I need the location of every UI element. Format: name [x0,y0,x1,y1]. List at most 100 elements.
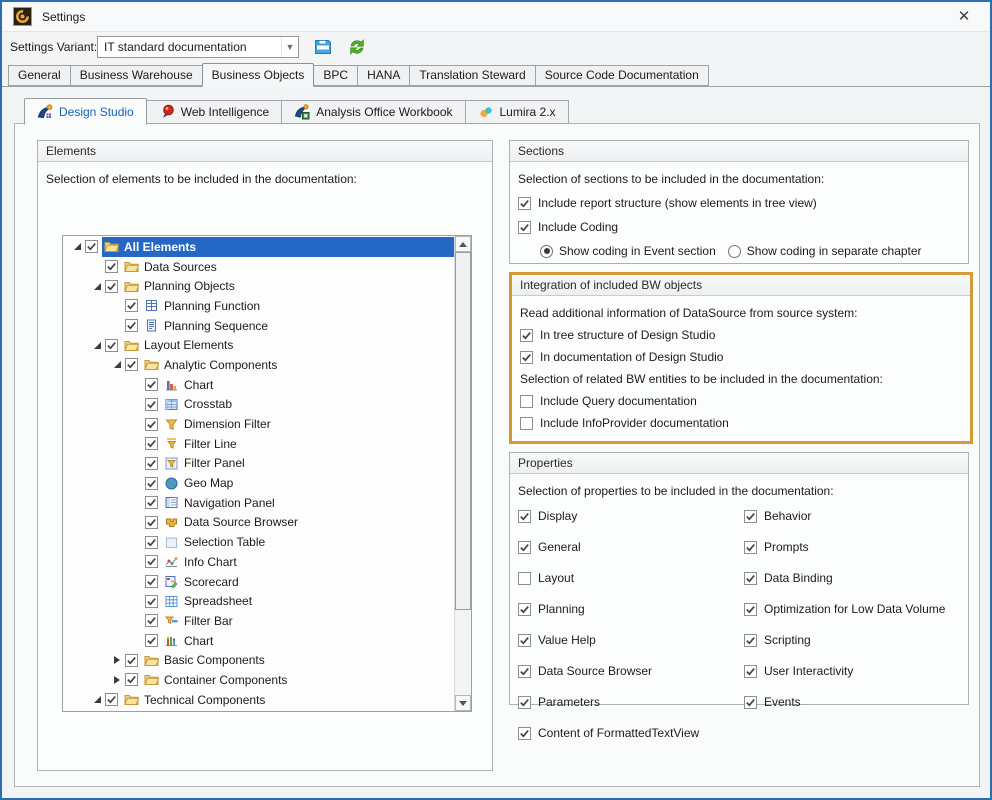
tree-item-technical-components[interactable]: Technical Components [63,690,454,710]
checkbox-in-documentation-of-design-studio[interactable] [520,351,533,364]
checkbox-prompts[interactable] [744,541,757,554]
tree-item-info-chart[interactable]: Info Chart [63,552,454,572]
close-icon[interactable]: ✕ [954,7,974,27]
tree-checkbox-planning-objects[interactable] [105,280,118,293]
sub-tab-lumira-2-x[interactable]: Lumira 2.x [465,100,569,124]
main-tab-bpc[interactable]: BPC [313,65,358,86]
sub-tab-analysis-office-workbook[interactable]: Analysis Office Workbook [281,100,465,124]
tree-item-data-source-browser[interactable]: Data Source Browser [63,513,454,533]
tree-item-planning-objects[interactable]: Planning Objects [63,276,454,296]
tree-checkbox-planning-function[interactable] [125,299,138,312]
expander-closed-icon[interactable] [109,676,125,684]
tree-checkbox-layout-elements[interactable] [105,339,118,352]
sub-tab-label: Web Intelligence [181,105,270,119]
tree-item-chart-2[interactable]: Chart [63,631,454,651]
tree-item-filter-bar[interactable]: Filter Bar [63,611,454,631]
checkbox-layout[interactable] [518,572,531,585]
tree-checkbox-filter-panel[interactable] [145,457,158,470]
scroll-up-button[interactable] [455,236,471,252]
integration-description-2: Selection of related BW entities to be i… [520,372,962,386]
tree-checkbox-filter-line[interactable] [145,437,158,450]
tree-item-selection-table[interactable]: Selection Table [63,532,454,552]
checkbox-general[interactable] [518,541,531,554]
tree-item-all-elements[interactable]: All Elements [63,237,454,257]
tree-checkbox-scorecard[interactable] [145,575,158,588]
tree-item-data-sources[interactable]: Data Sources [63,257,454,277]
sub-tab-web-intelligence[interactable]: Web Intelligence [146,100,283,124]
checkbox-user-interactivity[interactable] [744,665,757,678]
tree-checkbox-chart[interactable] [145,634,158,647]
main-tab-general[interactable]: General [8,65,71,86]
expander-open-icon[interactable] [89,696,105,703]
tree-checkbox-dimension-filter[interactable] [145,418,158,431]
checkbox-include-infoprovider-documentation[interactable] [520,417,533,430]
tree-checkbox-chart[interactable] [145,378,158,391]
tree-checkbox-filter-bar[interactable] [145,614,158,627]
checkbox-parameters[interactable] [518,696,531,709]
sub-tab-design-studio[interactable]: Design Studio [24,98,147,125]
checkbox-planning[interactable] [518,603,531,616]
main-tab-hana[interactable]: HANA [357,65,410,86]
scrollbar-thumb[interactable] [455,252,471,610]
tree-item-planning-function[interactable]: Planning Function [63,296,454,316]
tree-item-layout-elements[interactable]: Layout Elements [63,335,454,355]
tree-item-scorecard[interactable]: Scorecard [63,572,454,592]
expander-closed-icon[interactable] [109,656,125,664]
tree-checkbox-info-chart[interactable] [145,555,158,568]
tree-checkbox-navigation-panel[interactable] [145,496,158,509]
expander-open-icon[interactable] [89,283,105,290]
radio-show-coding-in-event-section[interactable] [540,245,553,258]
tree-checkbox-analytic-components[interactable] [125,358,138,371]
tree-checkbox-data-sources[interactable] [105,260,118,273]
checkbox-display[interactable] [518,510,531,523]
checkbox-data-source-browser[interactable] [518,665,531,678]
checkbox-include-coding[interactable] [518,221,531,234]
tree-item-navigation-panel[interactable]: Navigation Panel [63,493,454,513]
expander-open-icon[interactable] [69,243,85,250]
checkbox-in-tree-structure-of-design-studio[interactable] [520,329,533,342]
tree-item-spreadsheet[interactable]: Spreadsheet [63,591,454,611]
checkbox-content-of-formattedtextview[interactable] [518,727,531,740]
chevron-down-icon[interactable]: ▼ [281,37,298,57]
tree-item-container-components[interactable]: Container Components [63,670,454,690]
scroll-down-button[interactable] [455,695,471,711]
tree-item-analytic-components[interactable]: Analytic Components [63,355,454,375]
main-tab-business-warehouse[interactable]: Business Warehouse [70,65,203,86]
tree-item-filter-line[interactable]: Filter Line [63,434,454,454]
radio-show-coding-in-separate-chapter[interactable] [728,245,741,258]
checkbox-optimization-for-low-data-volume[interactable] [744,603,757,616]
expander-open-icon[interactable] [89,342,105,349]
checkbox-events[interactable] [744,696,757,709]
tree-checkbox-all-elements[interactable] [85,240,98,253]
tree-item-filter-panel[interactable]: Filter Panel [63,454,454,474]
tree-checkbox-crosstab[interactable] [145,398,158,411]
tree-checkbox-container-components[interactable] [125,673,138,686]
tree-checkbox-geo-map[interactable] [145,477,158,490]
refresh-button[interactable] [346,36,368,58]
expander-open-icon[interactable] [109,361,125,368]
checkbox-behavior[interactable] [744,510,757,523]
save-button[interactable] [312,36,334,58]
tree-item-chart[interactable]: Chart [63,375,454,395]
main-tab-business-objects[interactable]: Business Objects [202,63,315,87]
checkbox-scripting[interactable] [744,634,757,647]
tree-checkbox-spreadsheet[interactable] [145,595,158,608]
tree-checkbox-selection-table[interactable] [145,536,158,549]
checkbox-include-report-structure-show-elements-in-tree-view[interactable] [518,197,531,210]
main-tab-source-code-documentation[interactable]: Source Code Documentation [535,65,709,86]
tree-checkbox-data-source-browser[interactable] [145,516,158,529]
tree-item-geo-map[interactable]: Geo Map [63,473,454,493]
main-tab-translation-steward[interactable]: Translation Steward [409,65,535,86]
tree-item-crosstab[interactable]: Crosstab [63,395,454,415]
tree-checkbox-basic-components[interactable] [125,654,138,667]
tree-checkbox-planning-sequence[interactable] [125,319,138,332]
tree-checkbox-technical-components[interactable] [105,693,118,706]
checkbox-data-binding[interactable] [744,572,757,585]
tree-item-basic-components[interactable]: Basic Components [63,650,454,670]
tree-item-planning-sequence[interactable]: Planning Sequence [63,316,454,336]
settings-variant-select[interactable]: IT standard documentation ▼ [97,36,299,58]
tree-item-dimension-filter[interactable]: Dimension Filter [63,414,454,434]
checkbox-include-query-documentation[interactable] [520,395,533,408]
tree-scrollbar[interactable] [454,236,471,711]
checkbox-value-help[interactable] [518,634,531,647]
